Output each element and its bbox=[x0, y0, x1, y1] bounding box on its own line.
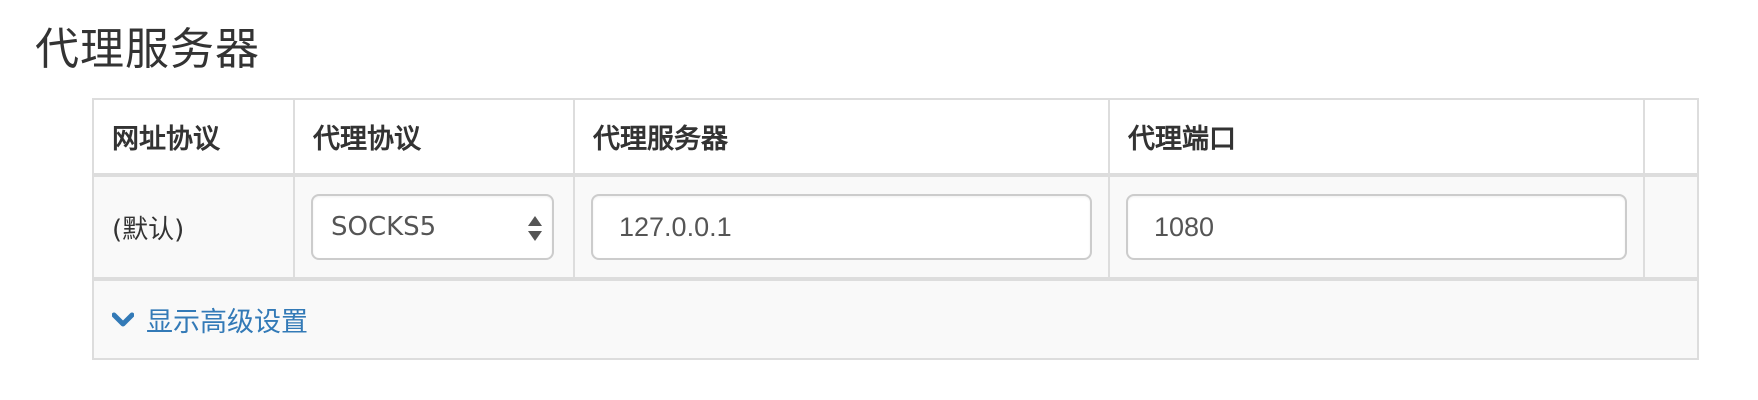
select-arrows-icon bbox=[528, 216, 542, 242]
proxy-table: 网址协议 代理协议 代理服务器 代理端口 (默认) SOCKS5 127.0.0… bbox=[92, 98, 1699, 360]
advanced-settings-cell: 显示高级设置 bbox=[92, 277, 1699, 360]
protocol-cell: SOCKS5 bbox=[293, 174, 575, 280]
proxy-server-input[interactable] bbox=[591, 194, 1092, 260]
show-advanced-settings-link[interactable]: 显示高级设置 bbox=[112, 300, 308, 339]
header-proxy-server: 代理服务器 bbox=[573, 98, 1110, 177]
show-advanced-settings-label: 显示高级设置 bbox=[146, 307, 308, 338]
proxy-settings-page: 代理服务器 网址协议 代理协议 代理服务器 代理端口 (默认) SOCKS5 1… bbox=[0, 0, 1758, 400]
advanced-settings-row: 显示高级设置 bbox=[92, 277, 1699, 360]
proxy-protocol-value: SOCKS5 bbox=[331, 212, 437, 242]
server-cell bbox=[573, 174, 1110, 280]
header-url-scheme: 网址协议 bbox=[92, 98, 295, 177]
proxy-protocol-select[interactable]: SOCKS5 bbox=[311, 194, 554, 260]
header-actions bbox=[1643, 98, 1699, 177]
section-title: 代理服务器 bbox=[35, 24, 260, 75]
proxy-port-input[interactable] bbox=[1126, 194, 1627, 260]
table-row-default: (默认) SOCKS5 bbox=[92, 174, 1699, 280]
header-proxy-protocol: 代理协议 bbox=[293, 98, 575, 177]
port-cell bbox=[1108, 174, 1645, 280]
default-scheme-label: (默认) bbox=[92, 174, 295, 280]
table-header-row: 网址协议 代理协议 代理服务器 代理端口 bbox=[92, 98, 1699, 177]
chevron-down-icon bbox=[112, 312, 134, 326]
row-actions-cell bbox=[1643, 174, 1699, 280]
header-proxy-port: 代理端口 bbox=[1108, 98, 1645, 177]
